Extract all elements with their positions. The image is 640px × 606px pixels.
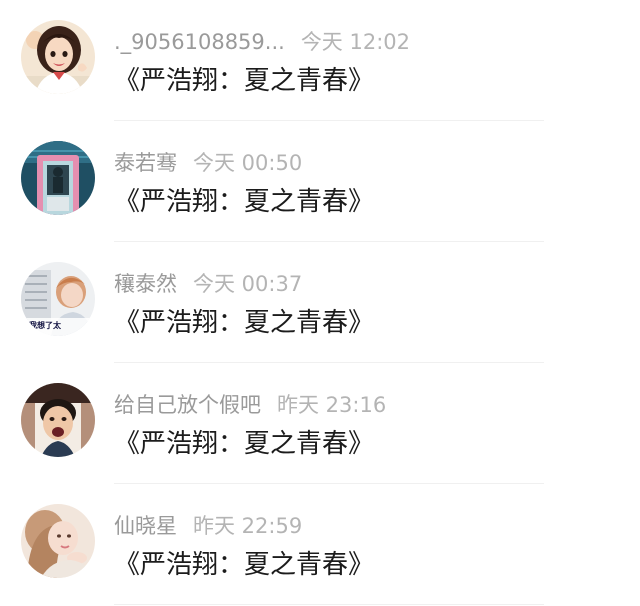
username[interactable]: 泰若骞 [114, 151, 177, 175]
comment-item[interactable]: 仙晓星 昨天 22:59 《严浩翔：夏之青春》 [0, 484, 640, 605]
girl-portrait-avatar[interactable] [21, 504, 95, 578]
comment-item[interactable]: 给自己放个假吧 昨天 23:16 《严浩翔：夏之青春》 [0, 363, 640, 484]
comment-list: ._9056108859... 今天 12:02 《严浩翔：夏之青春》 泰若骞 今天… [0, 0, 640, 606]
comment-item[interactable]: 我想了太 穰泰然 今天 00:37 《严浩翔：夏之青春》 [0, 242, 640, 363]
avatar-caption: 我想了太 [29, 321, 61, 330]
comment-text: 《严浩翔：夏之青春》 [114, 550, 375, 580]
timestamp: 昨天 22:59 [193, 514, 303, 538]
timestamp: 今天 00:37 [193, 272, 303, 296]
comment-text: 《严浩翔：夏之青春》 [114, 66, 375, 96]
timestamp: 今天 12:02 [300, 30, 411, 54]
username[interactable]: 穰泰然 [114, 272, 177, 296]
shouting-face-avatar[interactable] [21, 383, 95, 457]
username[interactable]: ._9056108859... [114, 30, 285, 54]
timestamp: 昨天 23:16 [277, 393, 387, 417]
username[interactable]: 给自己放个假吧 [114, 393, 261, 417]
boy-building-avatar[interactable]: 我想了太 [21, 262, 95, 336]
teal-doorway-avatar[interactable] [21, 141, 95, 215]
divider [114, 604, 544, 605]
comment-item[interactable]: 泰若骞 今天 00:50 《严浩翔：夏之青春》 [0, 121, 640, 242]
comment-text: 《严浩翔：夏之青春》 [114, 429, 375, 459]
comment-text: 《严浩翔：夏之青春》 [114, 308, 375, 338]
comment-text: 《严浩翔：夏之青春》 [114, 187, 375, 217]
anime-girl-avatar[interactable] [21, 20, 95, 94]
comment-item[interactable]: ._9056108859... 今天 12:02 《严浩翔：夏之青春》 [0, 0, 640, 121]
timestamp: 今天 00:50 [193, 151, 303, 175]
username[interactable]: 仙晓星 [114, 514, 177, 538]
